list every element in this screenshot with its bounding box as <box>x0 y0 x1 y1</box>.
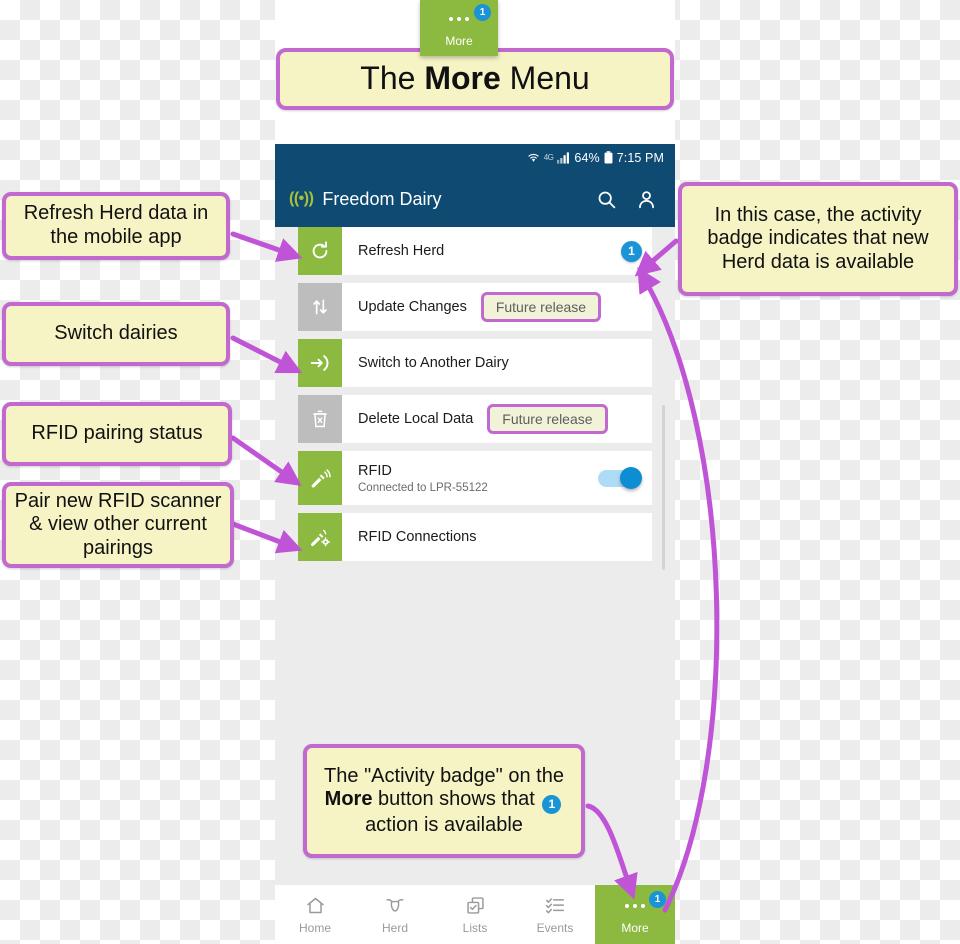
callout-refresh: Refresh Herd data in the mobile app <box>2 192 230 260</box>
brand-signal-icon: ((•)) <box>289 190 314 207</box>
callout-text: Refresh Herd data in the mobile app <box>23 202 209 248</box>
list-item-label: RFID <box>358 462 392 479</box>
title-post: Menu <box>500 60 590 97</box>
list-item-label: Update Changes <box>358 298 467 315</box>
more-chip-label: More <box>445 34 473 48</box>
cow-head-icon <box>384 895 406 917</box>
future-release-badge: Future release <box>487 404 608 434</box>
list-item[interactable]: RFID Connected to LPR-55122 <box>298 451 652 505</box>
ellipsis-icon <box>449 8 469 30</box>
title-pre: The <box>360 60 425 97</box>
rfid-settings-icon <box>298 513 342 561</box>
callout-pair-rfid: Pair new RFID scanner & view other curre… <box>2 482 234 568</box>
rfid-toggle[interactable] <box>598 467 642 489</box>
status-time-label: 7:15 PM <box>616 150 664 165</box>
activity-badge: 1 <box>649 891 666 908</box>
home-icon <box>305 895 326 917</box>
refresh-icon <box>298 227 342 275</box>
list-item-label: RFID Connections <box>358 528 477 545</box>
title-strong: More <box>424 60 501 97</box>
list-item[interactable]: Delete Local Data Future release <box>298 395 652 443</box>
list-item[interactable]: Refresh Herd 1 <box>298 227 652 275</box>
switch-dairy-icon <box>298 339 342 387</box>
signal-bars-icon <box>557 151 570 164</box>
more-button-chip[interactable]: More 1 <box>420 0 498 56</box>
callout-text: Pair new RFID scanner & view other curre… <box>14 489 222 559</box>
callout-rfid-status: RFID pairing status <box>2 402 232 466</box>
events-icon <box>544 895 566 917</box>
list-item[interactable]: Update Changes Future release <box>298 283 652 331</box>
sync-arrows-icon <box>298 283 342 331</box>
nav-label: Herd <box>381 920 408 935</box>
more-menu-list[interactable]: Refresh Herd 1 Update Changes Future rel… <box>275 227 675 569</box>
list-item-label: Delete Local Data <box>358 410 474 427</box>
more-callout-mid: button shows that <box>372 788 541 811</box>
nav-item-more[interactable]: More 1 <box>595 885 675 944</box>
nav-label: Home <box>298 920 331 935</box>
more-callout-post: action is available <box>365 813 523 836</box>
bottom-navigation-bar[interactable]: Home Herd Lists Events More 1 <box>275 885 675 944</box>
app-title: Freedom Dairy <box>322 188 442 209</box>
nav-item-herd[interactable]: Herd <box>355 885 435 944</box>
search-icon[interactable] <box>591 184 621 214</box>
list-scrollbar[interactable] <box>662 405 665 570</box>
callout-more-button: The "Activity badge" on the More button … <box>303 744 585 858</box>
list-item-label: Refresh Herd <box>358 242 445 259</box>
callout-switch: Switch dairies <box>2 302 230 366</box>
app-bar: ((•)) Freedom Dairy <box>275 171 675 227</box>
nav-item-lists[interactable]: Lists <box>435 885 515 944</box>
delete-trash-icon <box>298 395 342 443</box>
list-item[interactable]: Switch to Another Dairy <box>298 339 652 387</box>
nav-item-events[interactable]: Events <box>515 885 595 944</box>
list-item-subtitle: Connected to LPR-55122 <box>358 482 488 495</box>
rfid-scanner-icon <box>298 451 342 505</box>
future-release-badge: Future release <box>480 292 602 322</box>
callout-text: RFID pairing status <box>31 422 203 445</box>
more-callout-pre: The "Activity badge" on the <box>324 764 564 787</box>
battery-icon <box>604 151 613 164</box>
list-item-label: Switch to Another Dairy <box>358 354 509 371</box>
callout-text: In this case, the activity badge indicat… <box>707 203 929 273</box>
callout-text: The "Activity badge" on the More button … <box>307 761 581 842</box>
ellipsis-icon <box>625 895 645 917</box>
callout-text: Switch dairies <box>54 322 178 345</box>
callout-activity-badge: In this case, the activity badge indicat… <box>678 182 958 296</box>
lists-icon <box>465 895 486 917</box>
status-bar: 4G 64% 7:15 PM <box>275 144 675 171</box>
activity-badge: 1 <box>621 240 642 262</box>
nav-label: More <box>621 920 649 935</box>
page-title: The More Menu <box>276 48 674 110</box>
nav-item-home[interactable]: Home <box>275 885 355 944</box>
activity-badge: 1 <box>542 794 562 814</box>
more-callout-strong: More <box>324 788 373 811</box>
list-item[interactable]: RFID Connections <box>298 513 652 561</box>
toggle-thumb <box>620 467 642 489</box>
activity-badge: 1 <box>474 4 491 21</box>
nav-label: Events <box>536 920 574 935</box>
page-title-text: The More Menu <box>352 56 597 102</box>
account-icon[interactable] <box>631 184 661 214</box>
network-4g-icon: 4G <box>543 153 554 162</box>
nav-label: Lists <box>462 920 488 935</box>
battery-percent-label: 64% <box>574 150 600 165</box>
wifi-icon <box>527 151 540 164</box>
